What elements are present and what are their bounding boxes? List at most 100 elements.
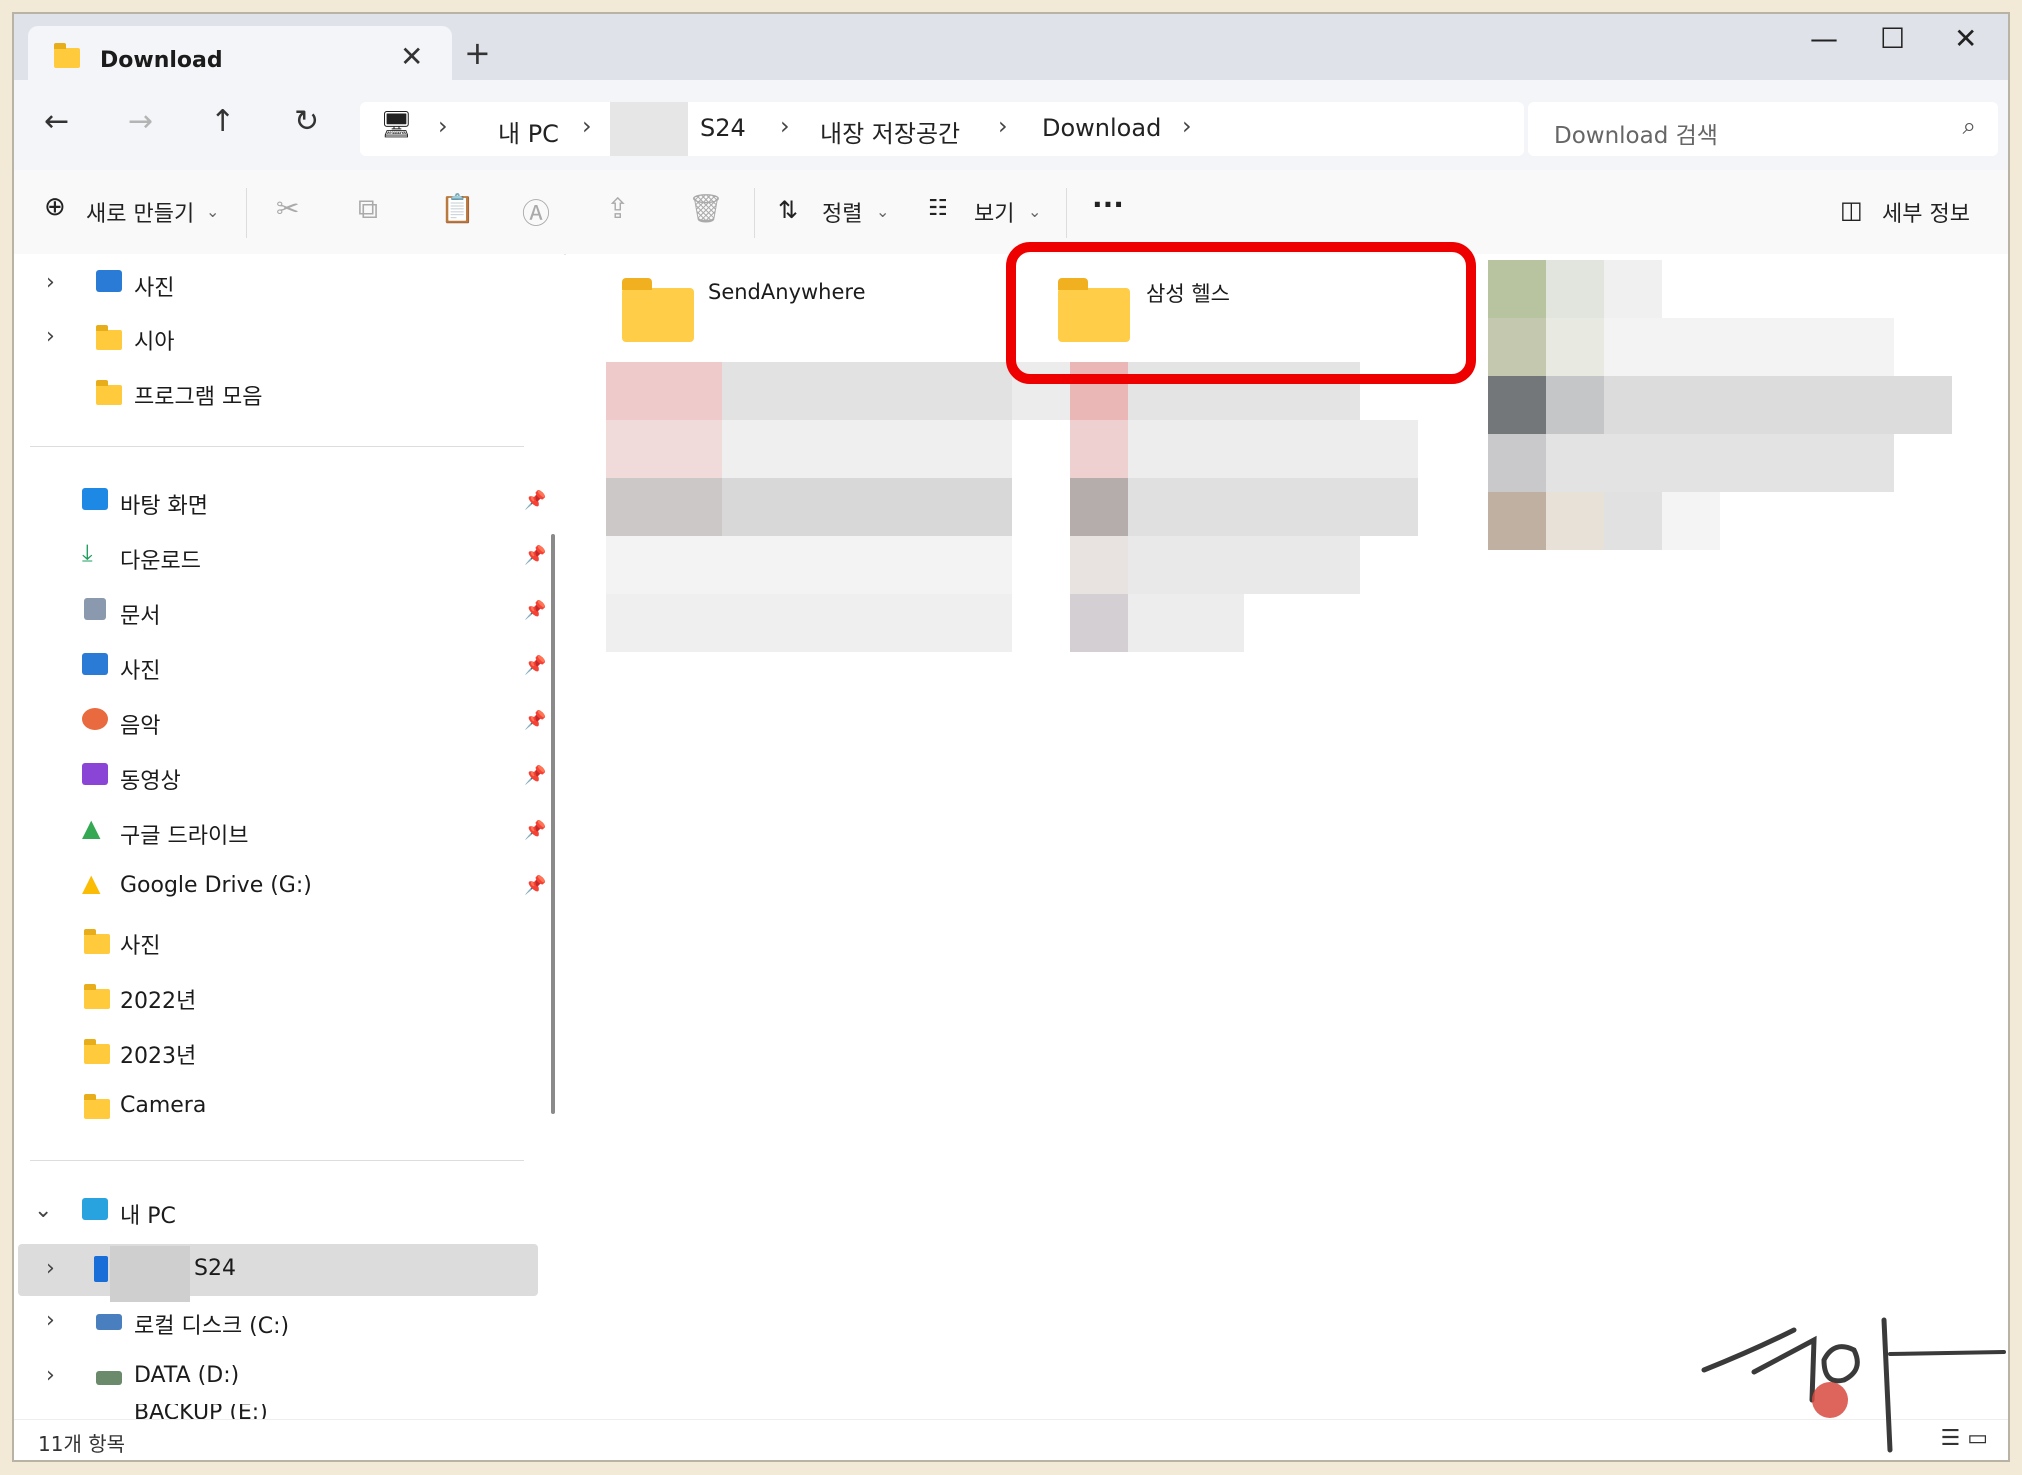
sidebar-item-label: Google Drive (G:) <box>120 873 312 898</box>
sidebar-item-local-disk-c[interactable]: › 로컬 디스크 (C:) <box>26 1300 546 1346</box>
download-icon: ⤓ <box>82 539 93 567</box>
new-button[interactable]: 새로 만들기 <box>86 196 194 228</box>
sidebar-item-label: 시아 <box>134 330 175 355</box>
chevron-right-icon[interactable]: › <box>46 1256 55 1281</box>
breadcrumb-this-pc[interactable]: 내 PC <box>498 114 559 149</box>
more-options-button[interactable]: ··· <box>1092 188 1124 221</box>
sidebar-item-data-d[interactable]: › DATA (D:) <box>26 1355 546 1401</box>
add-icon: ⊕ <box>44 192 66 222</box>
sidebar-item-label: S24 <box>194 1256 236 1281</box>
blur-block <box>606 536 1012 594</box>
sidebar-item-this-pc[interactable]: ⌄ 내 PC <box>26 1190 546 1236</box>
copy-icon[interactable]: ⧉ <box>358 192 378 226</box>
details-pane-icon: ◫ <box>1840 196 1863 224</box>
blur-block <box>1488 260 1546 318</box>
back-button[interactable]: ← <box>44 104 69 139</box>
search-box[interactable]: Download 검색 ⌕ <box>1528 102 1998 156</box>
sidebar-item-desktop[interactable]: 바탕 화면 📌 <box>26 480 546 526</box>
sidebar-item-label: 내 PC <box>120 1204 176 1229</box>
breadcrumb-s24[interactable]: S24 <box>700 114 746 142</box>
sidebar-item-photos-folder[interactable]: 사진 <box>26 920 546 966</box>
minimize-button[interactable]: — <box>1810 22 1838 55</box>
folder-name: SendAnywhere <box>708 280 866 304</box>
chevron-right-icon[interactable]: › <box>46 1308 55 1333</box>
refresh-button[interactable]: ↻ <box>294 104 319 139</box>
sidebar-item-label: 2022년 <box>120 989 197 1014</box>
close-window-button[interactable]: ✕ <box>1954 22 1977 55</box>
command-bar: ⊕ 새로 만들기 ⌄ ✂ ⧉ 📋 Ⓐ ⇪ 🗑 ⇅ 정렬 ⌄ ☷ 보기 ⌄ ···… <box>14 170 2008 255</box>
redacted-device-name <box>610 102 688 156</box>
up-button[interactable]: ↑ <box>210 104 235 139</box>
navigation-pane: › 사진 › 시아 프로그램 모음 바탕 화면 📌 ⤓ 다운로드 📌 문서 📌 … <box>14 254 564 1439</box>
chevron-right-icon: › <box>438 112 448 140</box>
red-highlight-annotation <box>1006 242 1476 384</box>
breadcrumb-download[interactable]: Download <box>1042 114 1161 142</box>
view-button[interactable]: 보기 <box>974 196 1014 228</box>
forward-button[interactable]: → <box>128 104 153 139</box>
sidebar-item-photos-top[interactable]: › 사진 <box>26 262 546 308</box>
sidebar-item-label: 로컬 디스크 (C:) <box>134 1314 290 1339</box>
sidebar-item-2023[interactable]: 2023년 <box>26 1030 546 1076</box>
share-icon[interactable]: ⇪ <box>606 192 629 225</box>
google-drive-icon: ▲ <box>82 814 101 842</box>
blur-block <box>1604 260 1662 318</box>
sidebar-item-google-drive-g[interactable]: ▲ Google Drive (G:) 📌 <box>26 865 546 911</box>
folder-icon <box>84 929 110 956</box>
cut-icon[interactable]: ✂ <box>276 192 299 225</box>
computer-icon: 🖥 <box>380 110 414 140</box>
chevron-down-icon: ⌄ <box>1028 202 1042 221</box>
item-count: 11개 항목 <box>38 1432 126 1456</box>
sidebar-scrollbar[interactable] <box>551 534 555 1114</box>
address-bar[interactable]: 🖥 › 내 PC › S24 › 내장 저장공간 › Download › <box>360 102 1524 156</box>
sort-icon: ⇅ <box>778 196 799 224</box>
chevron-right-icon[interactable]: › <box>46 324 55 349</box>
new-tab-button[interactable]: + <box>464 34 491 72</box>
sidebar-item-documents[interactable]: 문서 📌 <box>26 590 546 636</box>
photos-icon <box>82 653 108 675</box>
sort-button[interactable]: 정렬 <box>822 196 862 228</box>
folder-icon <box>84 984 110 1011</box>
sidebar-item-sia[interactable]: › 시아 <box>26 316 546 362</box>
delete-icon[interactable]: 🗑 <box>688 192 724 225</box>
navigation-bar: ← → ↑ ↻ 🖥 › 내 PC › S24 › 내장 저장공간 › Downl… <box>14 80 2008 170</box>
blur-block <box>1070 420 1128 478</box>
blur-block <box>1546 492 1604 550</box>
blur-block <box>606 362 722 420</box>
sidebar-item-downloads[interactable]: ⤓ 다운로드 📌 <box>26 535 546 581</box>
desktop-icon <box>82 488 108 510</box>
chevron-right-icon[interactable]: › <box>46 270 55 295</box>
divider <box>1066 188 1067 238</box>
search-input[interactable]: Download 검색 <box>1554 116 1718 150</box>
chevron-right-icon[interactable]: › <box>46 1363 55 1388</box>
view-icon: ☷ <box>928 196 948 221</box>
breadcrumb-internal-storage[interactable]: 내장 저장공간 <box>820 114 960 149</box>
rename-icon[interactable]: Ⓐ <box>522 192 550 232</box>
chevron-right-icon: › <box>998 112 1008 140</box>
sidebar-item-2022[interactable]: 2022년 <box>26 975 546 1021</box>
video-icon <box>82 763 108 785</box>
blur-block <box>722 420 1012 478</box>
sidebar-item-camera[interactable]: Camera <box>26 1085 546 1131</box>
sidebar-item-programs[interactable]: 프로그램 모음 <box>26 371 546 417</box>
sidebar-item-photos[interactable]: 사진 📌 <box>26 645 546 691</box>
sidebar-item-videos[interactable]: 동영상 📌 <box>26 755 546 801</box>
redacted-device-name <box>110 1246 190 1302</box>
sidebar-item-label: 구글 드라이브 <box>120 824 249 849</box>
music-icon <box>82 708 108 730</box>
close-tab-icon[interactable]: ✕ <box>400 40 423 73</box>
details-button[interactable]: 세부 정보 <box>1882 196 1970 228</box>
blur-block <box>1546 434 1894 492</box>
paste-icon[interactable]: 📋 <box>440 192 475 225</box>
sidebar-item-google-drive-kr[interactable]: ▲ 구글 드라이브 📌 <box>26 810 546 856</box>
title-bar: Download ✕ + — ☐ ✕ <box>14 14 2008 88</box>
file-explorer-window: Download ✕ + — ☐ ✕ ← → ↑ ↻ 🖥 › 내 PC › S2… <box>12 12 2010 1462</box>
sidebar-item-label: 바탕 화면 <box>120 494 208 519</box>
blur-block <box>1128 420 1418 478</box>
maximize-button[interactable]: ☐ <box>1880 22 1905 55</box>
sidebar-item-music[interactable]: 음악 📌 <box>26 700 546 746</box>
documents-icon <box>84 598 106 620</box>
sidebar-item-s24[interactable]: › S24 <box>18 1244 538 1302</box>
file-list-pane: SendAnywhere 삼성 헬스 <box>566 254 2008 1439</box>
chevron-down-icon[interactable]: ⌄ <box>34 1198 52 1223</box>
tab-download[interactable]: Download ✕ <box>28 26 452 88</box>
